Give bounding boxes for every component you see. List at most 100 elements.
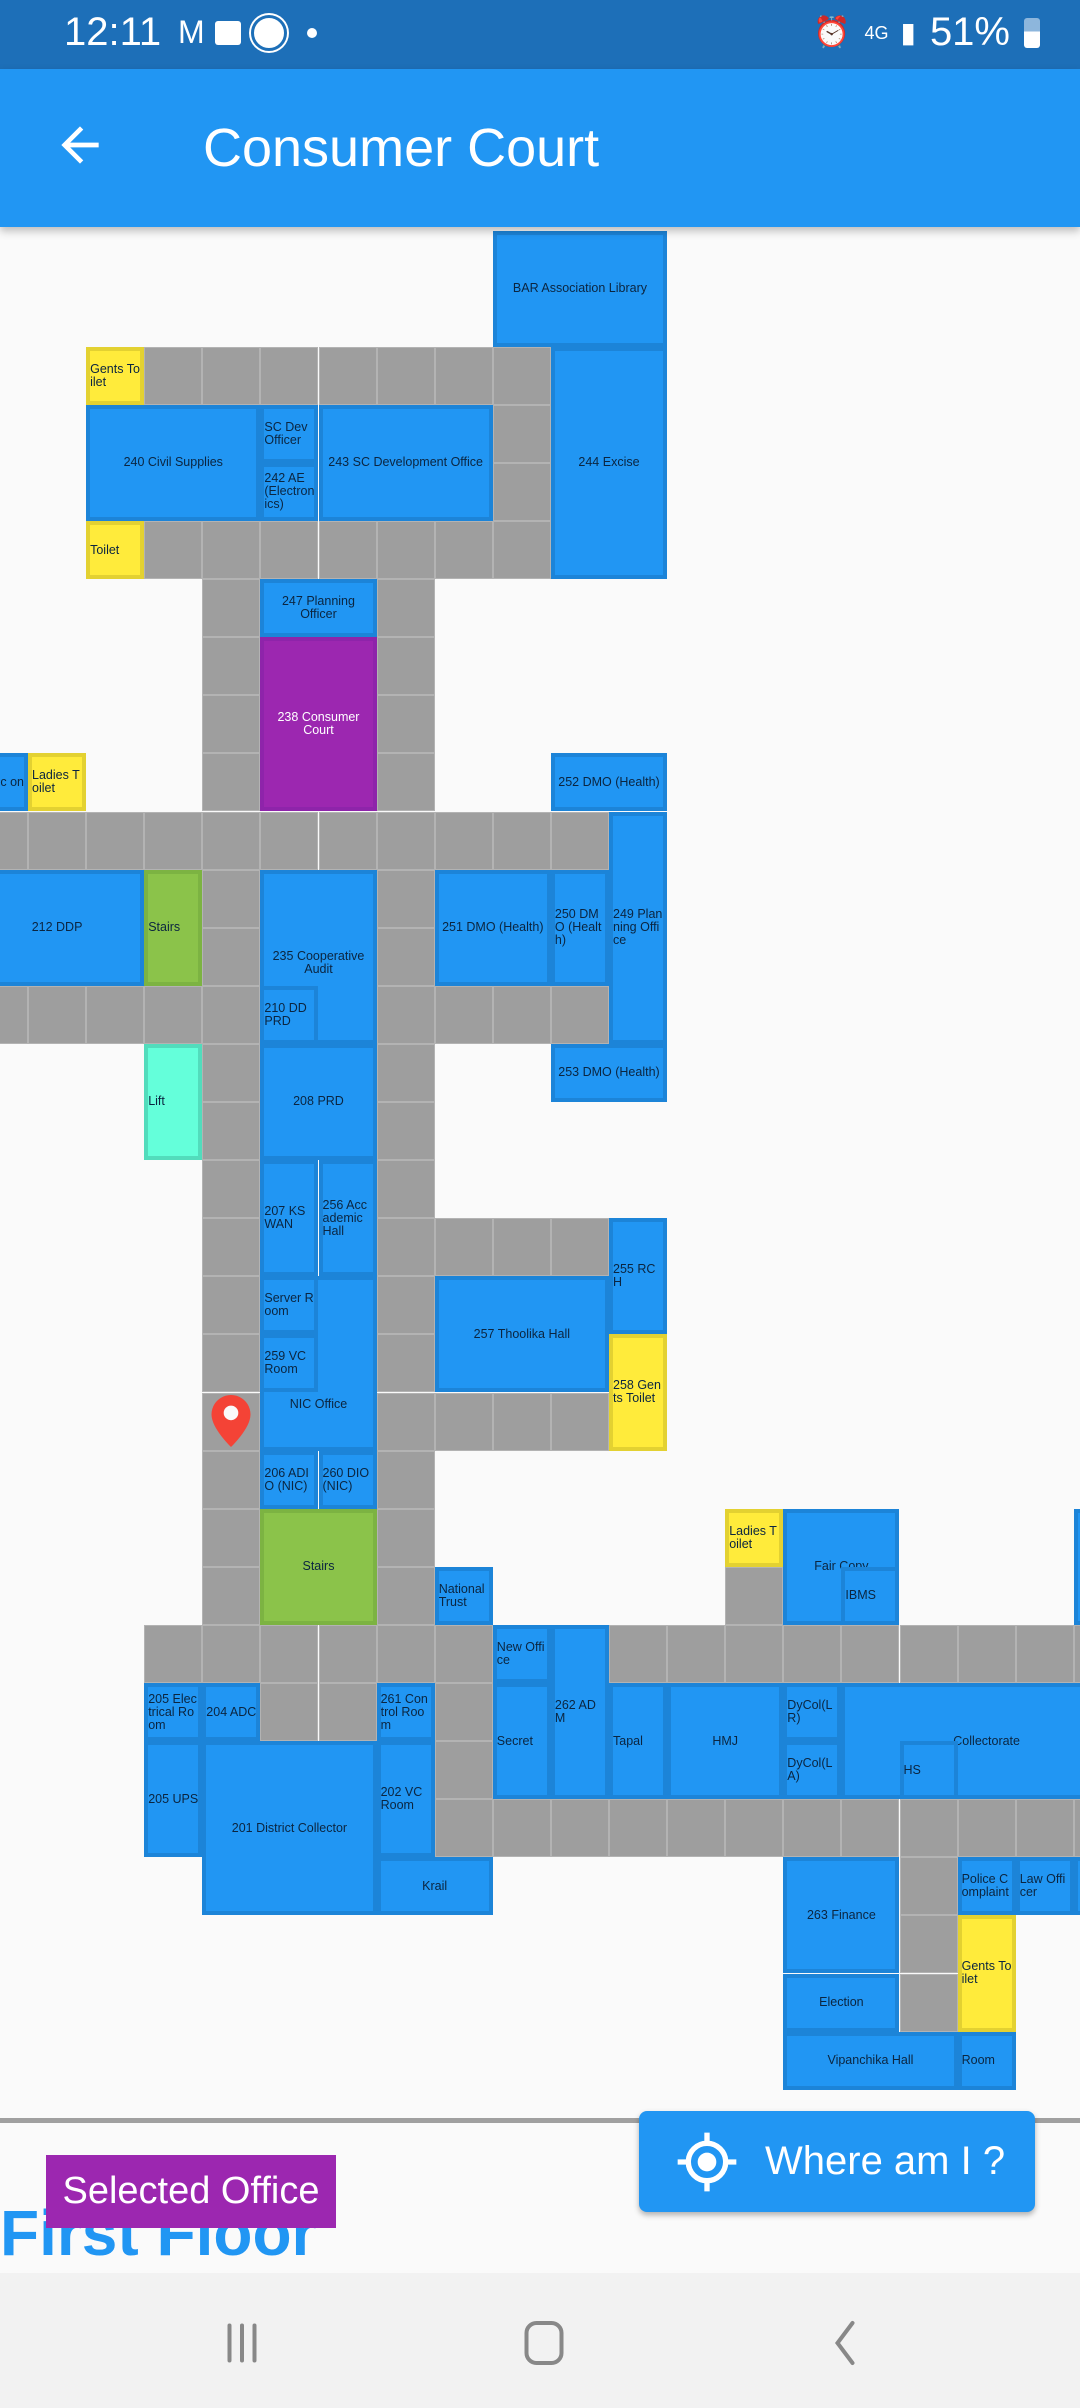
room-258-gents-toilet[interactable]: 258 Gents Toilet — [609, 1334, 668, 1451]
room-hs[interactable]: HS — [899, 1741, 958, 1800]
room-label: 251 DMO (Health) — [442, 920, 544, 935]
room-sc-dev-officer[interactable]: SC Dev Officer — [260, 404, 319, 463]
room-205-ups[interactable]: 205 UPS — [144, 1741, 203, 1858]
corridor-cell — [318, 346, 377, 405]
room-tapal[interactable]: Tapal — [609, 1683, 668, 1800]
room-label: 249 Planning Office — [613, 907, 663, 948]
room-label: Stairs — [302, 1559, 335, 1574]
room-ladies-toilet[interactable]: Ladies Toilet — [28, 753, 87, 812]
room-national-trust[interactable]: National Trust — [434, 1566, 493, 1625]
corridor-cell — [0, 811, 28, 870]
corridor-cell — [202, 985, 261, 1044]
room-208-prd[interactable]: 208 PRD — [260, 1043, 377, 1161]
room-249-planning-office[interactable]: 249 Planning Office — [609, 811, 668, 1044]
room-new-office[interactable]: New Office — [492, 1624, 551, 1683]
corridor-cell — [434, 1218, 493, 1277]
room-bar-association-library[interactable]: BAR Association Library — [492, 230, 668, 347]
room-ladies-toilet[interactable]: Ladies Toilet — [725, 1508, 784, 1567]
room-253-dmo-health[interactable]: 253 DMO (Health) — [550, 1043, 668, 1102]
room-lift[interactable]: Lift — [144, 1043, 203, 1161]
room-krail[interactable]: Krail — [376, 1857, 493, 1916]
corridor-cell — [434, 811, 493, 870]
room-vipanchika-hall[interactable]: Vipanchika Hall — [783, 2031, 958, 2090]
room-label: 247 Planning Officer — [281, 594, 355, 622]
corridor-cell — [202, 1624, 261, 1683]
back-icon[interactable] — [815, 2313, 875, 2373]
room-250-dmo-health[interactable]: 250 DMO (Health) — [550, 869, 609, 986]
room-247-planning-officer[interactable]: 247 Planning Officer — [260, 579, 377, 638]
room-205-electrical-room[interactable]: 205 Electrical Room — [144, 1683, 203, 1742]
corridor-cell — [144, 521, 203, 580]
corridor-cell — [434, 1624, 493, 1683]
room-252-dmo-health[interactable]: 252 DMO (Health) — [550, 753, 668, 812]
corridor-cell — [28, 985, 87, 1044]
room-label: 238 Consumer Court — [277, 710, 360, 738]
arrow-left-icon[interactable] — [52, 117, 108, 173]
room-207-kswan[interactable]: 207 KSWAN — [260, 1160, 319, 1277]
room-gents-toilet[interactable]: Gents Toilet — [86, 346, 145, 405]
room-261-control-room[interactable]: 261 Control Room — [376, 1683, 435, 1742]
room-stairs[interactable]: Stairs — [144, 869, 203, 986]
room-stairs[interactable]: Stairs — [260, 1508, 377, 1625]
room-202-vc-room[interactable]: 202 VC Room — [376, 1741, 435, 1858]
room-263-finance[interactable]: 263 Finance — [783, 1857, 900, 1974]
corridor-cell — [725, 1624, 784, 1683]
room-255-rch[interactable]: 255 RCH — [609, 1218, 668, 1335]
room-secret[interactable]: Secret — [492, 1683, 551, 1800]
room-251-dmo-health[interactable]: 251 DMO (Health) — [434, 869, 551, 986]
room-police-complaint[interactable]: Police Complaint — [957, 1857, 1016, 1916]
room-260-dio-nic[interactable]: 260 DIO (NIC) — [318, 1450, 377, 1509]
where-am-i-label: Where am I ? — [765, 2139, 1006, 2183]
room-201-district-collector[interactable]: 201 District Collector — [202, 1741, 377, 1916]
corridor-cell — [202, 753, 261, 812]
room-label: 205 UPS — [148, 1791, 199, 1806]
room-label: 210 DD PRD — [264, 1000, 307, 1028]
room-259-vc-room[interactable]: 259 VC Room — [260, 1334, 319, 1393]
corridor-cell — [434, 521, 493, 580]
corridor-cell — [783, 1624, 842, 1683]
room-242-ae-electronics[interactable]: 242 AE (Electronics) — [260, 462, 319, 521]
room-244-excise[interactable]: 244 Excise — [550, 346, 668, 580]
corridor-cell — [1073, 1799, 1080, 1858]
room-ortic-on[interactable]: ortic on — [0, 753, 28, 812]
4g-icon: 4G — [864, 22, 889, 43]
room-243-sc-development-office[interactable]: 243 SC Development Office — [318, 404, 493, 521]
room-label: DyCol(LR) — [787, 1698, 833, 1726]
room-262-adm[interactable]: 262 ADM — [550, 1624, 609, 1800]
room-204-adc[interactable]: 204 ADC — [202, 1683, 261, 1742]
corridor-cell — [376, 927, 435, 986]
room-election[interactable]: Election — [783, 1973, 900, 2032]
recent-apps-icon[interactable] — [212, 2313, 272, 2373]
room-label: Gents Toilet — [90, 361, 140, 389]
corridor-cell — [376, 1218, 435, 1277]
corridor-cell — [260, 521, 319, 580]
room-dycol-lr[interactable]: DyCol(LR) — [783, 1683, 842, 1742]
room-dycol-la[interactable]: DyCol(LA) — [783, 1741, 842, 1800]
room-206-adio-nic[interactable]: 206 ADIO (NIC) — [260, 1450, 319, 1509]
room-law-officer[interactable]: Law Officer — [1015, 1857, 1074, 1916]
room-ibms[interactable]: IBMS — [841, 1566, 900, 1625]
room-257-thoolika-hall[interactable]: 257 Thoolika Hall — [434, 1276, 609, 1393]
room-room[interactable]: Room — [957, 2031, 1016, 2090]
room-212-ddp[interactable]: 212 DDP — [0, 869, 145, 986]
room-server-room[interactable]: Server Room — [260, 1276, 319, 1335]
room-240-civil-supplies[interactable]: 240 Civil Supplies — [86, 404, 261, 521]
room-offscreen[interactable] — [1073, 1508, 1080, 1625]
corridor-cell — [202, 1218, 261, 1277]
room-238-consumer-court[interactable]: 238 Consumer Court — [260, 637, 377, 812]
room-256-accademic-hall[interactable]: 256 Accademic Hall — [318, 1160, 377, 1277]
room-210-dd-prd[interactable]: 210 DD PRD — [260, 985, 319, 1044]
room-hmj[interactable]: HMJ — [667, 1683, 784, 1800]
room-offscreen[interactable] — [1073, 1857, 1080, 1916]
room-collectorate[interactable]: Collectorate — [841, 1683, 1080, 1800]
corridor-cell — [1073, 1624, 1080, 1683]
room-label: 204 ADC — [206, 1704, 257, 1719]
room-toilet[interactable]: Toilet — [86, 521, 145, 580]
floor-map[interactable]: BAR Association Library Gents Toilet 244 E… — [0, 227, 1080, 2120]
corridor-cell — [434, 1741, 493, 1800]
home-icon[interactable] — [514, 2313, 574, 2373]
corridor-cell — [550, 1799, 609, 1858]
where-am-i-button[interactable]: Where am I ? — [639, 2111, 1035, 2212]
room-label: Police Complaint — [961, 1872, 1009, 1900]
room-gents-toilet[interactable]: Gents Toilet — [957, 1915, 1016, 2032]
